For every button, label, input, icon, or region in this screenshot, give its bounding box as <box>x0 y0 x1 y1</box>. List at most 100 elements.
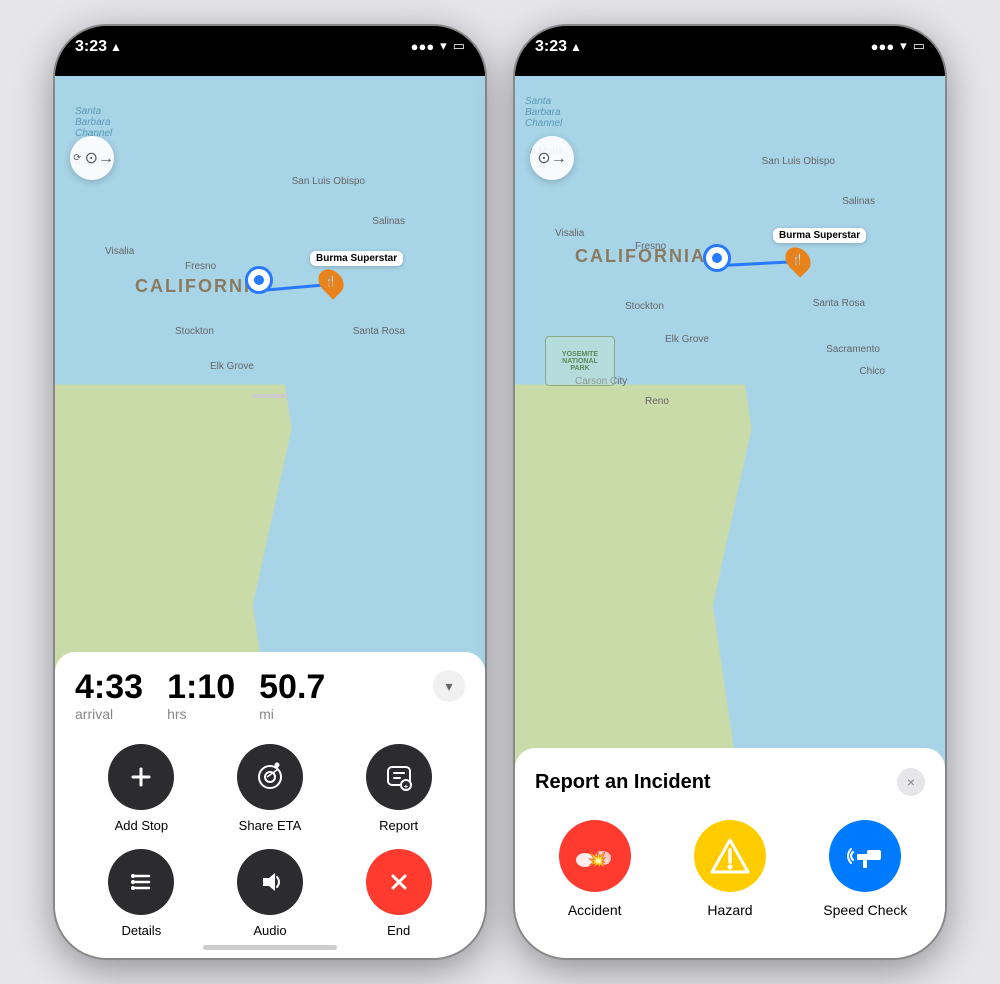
miles-value: 50.7 <box>259 670 325 704</box>
city-elk-grove-2: Elk Grove <box>665 334 709 345</box>
arrival-label: arrival <box>75 706 143 722</box>
back-button-1[interactable]: ⟳ ⊙→ <box>70 136 114 180</box>
battery-icon-1: ▭ <box>453 38 465 54</box>
hrs-label: hrs <box>167 706 235 722</box>
details-label: Details <box>121 923 161 938</box>
report-title: Report an Incident <box>535 771 711 794</box>
arrival-stat: 4:33 arrival <box>75 670 143 722</box>
chevron-down-icon-1: ▾ <box>445 678 452 695</box>
city-visalia-2: Visalia <box>555 228 584 239</box>
end-button[interactable]: End <box>342 849 455 938</box>
action-grid-1: Add Stop Share ETA <box>55 734 485 958</box>
share-eta-label: Share ETA <box>239 818 302 833</box>
city-elk-grove-1: Elk Grove <box>210 361 254 372</box>
status-time-2: 3:23 ▲ <box>535 38 582 56</box>
home-indicator-1 <box>203 945 337 950</box>
phone-2: 3:23 ▲ ●●● ▾ ▭ ◀ Siri SantaBarbaraChanne… <box>515 26 945 958</box>
destination-pin-1: 🍴 <box>320 268 342 296</box>
report-label: Report <box>379 818 418 833</box>
add-stop-label: Add Stop <box>115 818 169 833</box>
current-location-pin-1 <box>245 266 273 294</box>
audio-svg-icon <box>255 867 285 897</box>
accident-button[interactable]: 💥 Accident <box>535 820 654 918</box>
city-san-luis-2: San Luis Obispo <box>762 156 835 167</box>
back-button-2[interactable]: ⊙→ <box>530 136 574 180</box>
city-reno-2: Reno <box>645 396 669 407</box>
city-santa-rosa-2: Santa Rosa <box>813 298 865 309</box>
wifi-icon-2: ▾ <box>900 38 907 54</box>
water-label-1: SantaBarbaraChannel <box>75 106 112 139</box>
water-label-2: SantaBarbaraChannel <box>525 96 562 129</box>
report-icon: + <box>366 744 432 810</box>
report-close-button[interactable]: × <box>897 768 925 796</box>
yosemite-park: YOSEMITENATIONALPARK <box>545 336 615 386</box>
destination-pin-2: 🍴 <box>787 246 809 274</box>
location-arrow-icon-1: ▲ <box>110 40 122 54</box>
share-eta-icon <box>237 744 303 810</box>
city-chico-2: Chico <box>859 366 885 377</box>
map-2: SantaBarbaraChannel San Luis Obispo Sali… <box>515 76 945 958</box>
phone-1: 3:23 ▲ ●●● ▾ ▭ ◀ Siri SantaBarbaraChanne… <box>55 26 485 958</box>
hazard-button[interactable]: Hazard <box>670 820 789 918</box>
svg-text:⟳: ⟳ <box>73 153 81 163</box>
report-incident-panel: Report an Incident × 💥 <box>515 748 945 958</box>
hrs-value: 1:10 <box>167 670 235 704</box>
audio-label: Audio <box>253 923 286 938</box>
wifi-icon-1: ▾ <box>440 38 447 54</box>
current-location-pin-2 <box>703 244 731 272</box>
expand-button-1[interactable]: ▾ <box>433 670 465 702</box>
speed-check-icon <box>829 820 901 892</box>
speed-check-label: Speed Check <box>823 902 907 918</box>
miles-stat: 50.7 mi <box>259 670 325 722</box>
end-icon <box>366 849 432 915</box>
end-label: End <box>387 923 410 938</box>
drag-handle-1 <box>252 394 288 398</box>
battery-icon-2: ▭ <box>913 38 925 54</box>
nav-info-1: 4:33 arrival 1:10 hrs 50.7 mi ▾ <box>55 652 485 734</box>
destination-label-1: Burma Superstar <box>310 251 403 266</box>
report-incident-grid: 💥 Accident Hazard <box>535 820 925 918</box>
notch-1 <box>207 26 333 60</box>
city-stockton-2: Stockton <box>625 301 664 312</box>
destination-label-2: Burma Superstar <box>773 228 866 243</box>
bottom-panel-1: 4:33 arrival 1:10 hrs 50.7 mi ▾ <box>55 652 485 958</box>
close-icon: × <box>907 774 915 790</box>
speed-check-button[interactable]: Speed Check <box>806 820 925 918</box>
report-svg-icon: + <box>384 763 414 791</box>
report-header: Report an Incident × <box>535 768 925 796</box>
city-fresno-2: Fresno <box>635 241 666 252</box>
accident-svg-icon: 💥 <box>573 838 617 874</box>
city-san-luis-1: San Luis Obispo <box>292 176 365 187</box>
back-icon-1: ⟳ <box>70 149 85 167</box>
details-icon <box>108 849 174 915</box>
city-visalia-1: Visalia <box>105 246 134 257</box>
hrs-stat: 1:10 hrs <box>167 670 235 722</box>
miles-label: mi <box>259 706 325 722</box>
city-stockton-1: Stockton <box>175 326 214 337</box>
report-button[interactable]: + Report <box>342 744 455 833</box>
accident-label: Accident <box>568 902 622 918</box>
hazard-label: Hazard <box>707 902 752 918</box>
map-1: SantaBarbaraChannel San Luis Obispo Sali… <box>55 76 485 958</box>
carplay-icon-1: ⊙→ <box>85 148 114 168</box>
carplay-icon-2: ⊙→ <box>537 148 566 168</box>
notch-2 <box>667 26 793 60</box>
city-fresno-1: Fresno <box>185 261 216 272</box>
city-sacramento-2: Sacramento <box>826 344 880 355</box>
status-icons-2: ●●● ▾ ▭ <box>871 38 925 54</box>
drag-handle-container-1 <box>55 386 485 406</box>
share-eta-button[interactable]: Share ETA <box>214 744 327 833</box>
audio-button[interactable]: Audio <box>214 849 327 938</box>
add-stop-button[interactable]: Add Stop <box>85 744 198 833</box>
city-salinas-1: Salinas <box>372 216 405 227</box>
city-salinas-2: Salinas <box>842 196 875 207</box>
audio-icon <box>237 849 303 915</box>
details-button[interactable]: Details <box>85 849 198 938</box>
list-icon <box>127 869 155 895</box>
plus-icon <box>127 763 155 791</box>
add-stop-icon <box>108 744 174 810</box>
speed-check-svg-icon <box>843 836 887 876</box>
signal-icon-2: ●●● <box>871 39 895 54</box>
accident-icon: 💥 <box>559 820 631 892</box>
x-icon <box>385 868 413 896</box>
